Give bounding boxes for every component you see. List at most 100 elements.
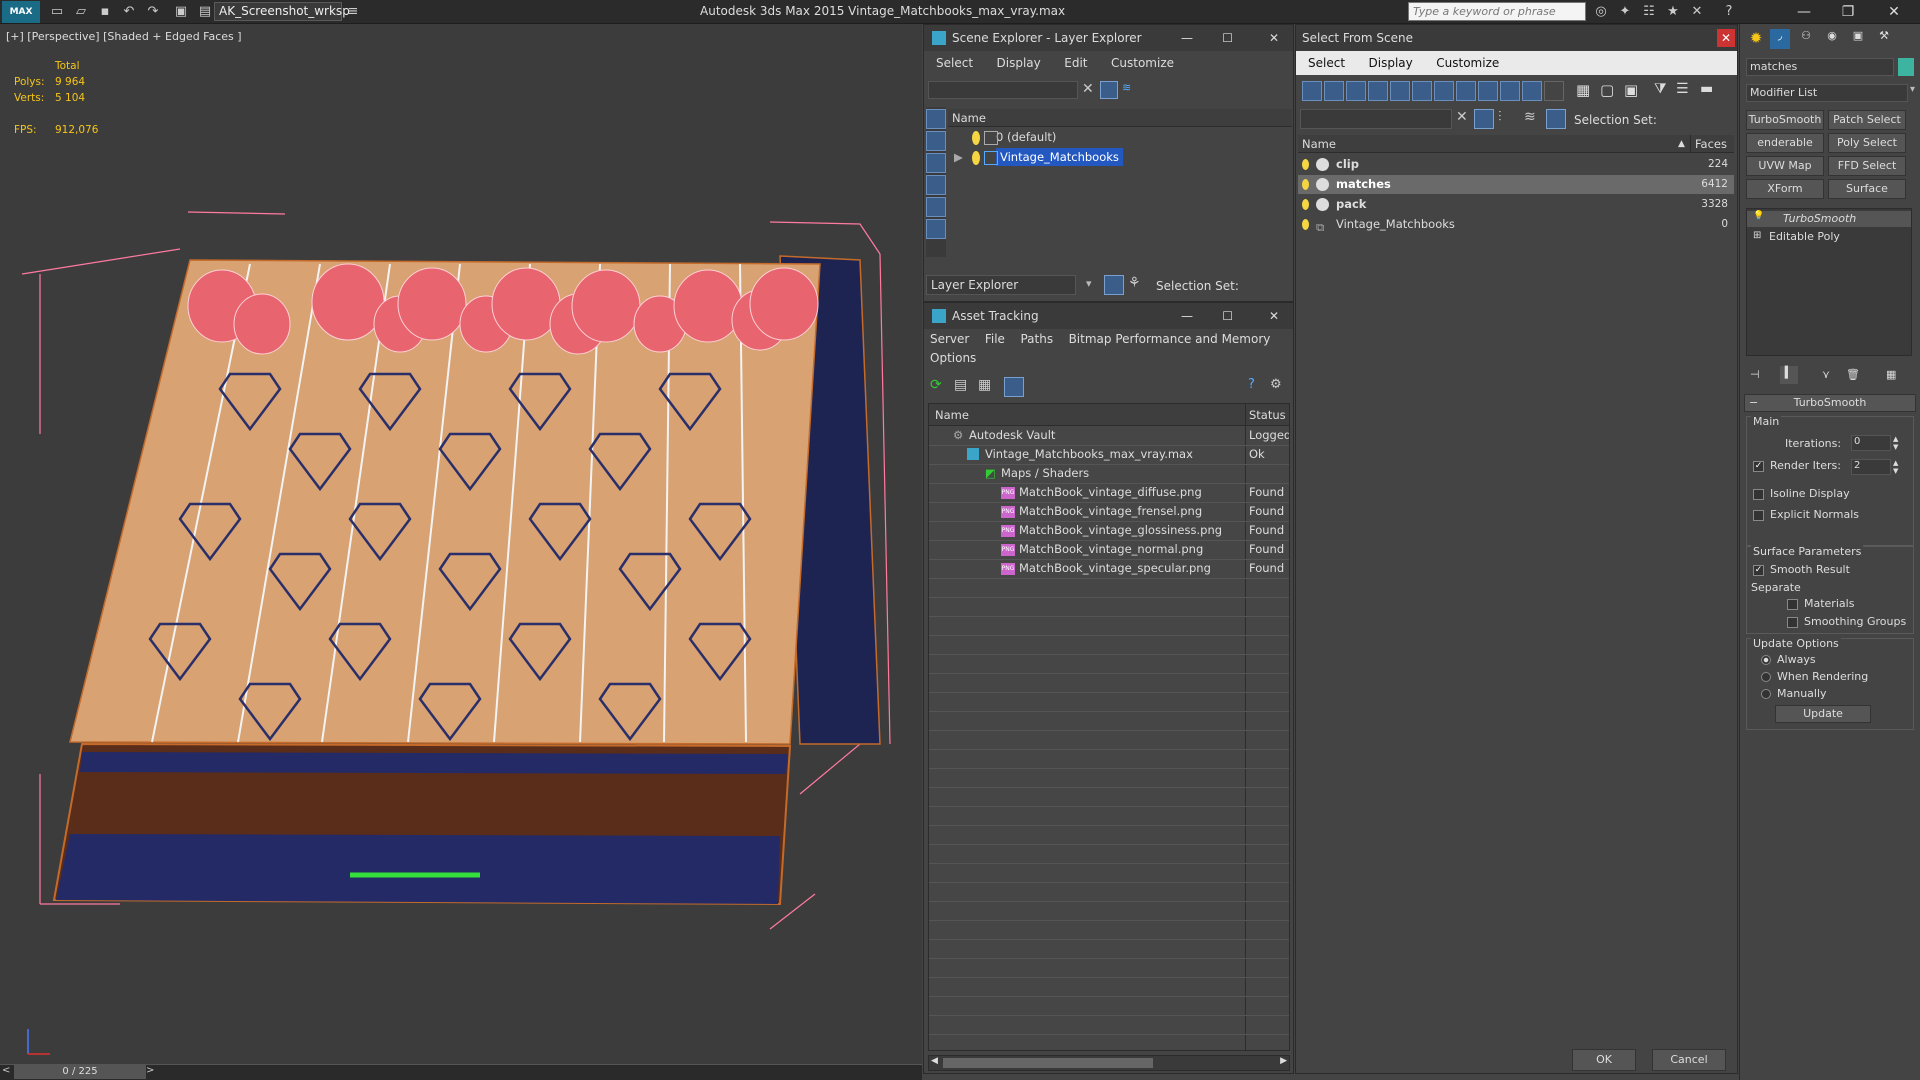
se-display-helpers-icon[interactable]: [926, 197, 946, 217]
se-search-input[interactable]: [928, 81, 1078, 99]
when-rendering-row[interactable]: When Rendering: [1761, 670, 1868, 683]
always-radio[interactable]: [1761, 655, 1771, 665]
layer-explorer-dropdown[interactable]: Layer Explorer: [926, 275, 1076, 295]
sfs-bones-icon[interactable]: [1478, 81, 1498, 101]
asset-row[interactable]: PNG MatchBook_vintage_frensel.png Found: [929, 502, 1289, 521]
workspace-icon[interactable]: ▤: [196, 3, 214, 20]
sfs-row-matches[interactable]: matches 6412: [1298, 175, 1734, 194]
make-unique-icon[interactable]: ⋎: [1822, 368, 1830, 381]
exchange-icon[interactable]: ✕: [1688, 3, 1706, 20]
modifier-button[interactable]: enderable Splin: [1746, 133, 1824, 153]
sfs-lights-icon[interactable]: [1346, 81, 1366, 101]
modifier-button[interactable]: FFD Select: [1828, 156, 1906, 176]
smoothing-groups-row[interactable]: Smoothing Groups: [1787, 615, 1906, 628]
app-logo[interactable]: MAX: [2, 1, 40, 23]
update-button[interactable]: Update: [1775, 705, 1871, 723]
light-bulb-icon[interactable]: [972, 151, 980, 165]
render-iters-row[interactable]: ✓ Render Iters:: [1753, 459, 1841, 472]
light-bulb-icon[interactable]: [1302, 199, 1309, 210]
sfs-col-faces[interactable]: Faces: [1690, 135, 1727, 153]
se-layers-icon[interactable]: ≋: [1122, 81, 1140, 99]
at-menu-server[interactable]: Server: [930, 332, 969, 346]
sfs-select-all-icon[interactable]: ▦: [1576, 81, 1590, 99]
dropdown-arrow-icon[interactable]: ▾: [1086, 277, 1092, 290]
pin-stack-icon[interactable]: ⊣: [1750, 368, 1760, 381]
scrollbar-thumb[interactable]: [943, 1058, 1153, 1068]
expand-arrow-icon[interactable]: ▶: [954, 148, 963, 167]
asset-row[interactable]: ◩ Maps / Shaders: [929, 464, 1289, 483]
se-row-default-layer[interactable]: 0 (default): [948, 128, 1292, 147]
manually-radio[interactable]: [1761, 689, 1771, 699]
se-menu-display[interactable]: Display: [997, 56, 1041, 70]
isoline-row[interactable]: Isoline Display: [1753, 487, 1850, 500]
at-menu-options[interactable]: Options: [930, 351, 976, 365]
sfs-frozen-icon[interactable]: [1522, 81, 1542, 101]
sfs-collapse-icon[interactable]: ▬: [1700, 81, 1713, 97]
se-column-header[interactable]: Name: [948, 109, 1292, 127]
se-display-lights-icon[interactable]: [926, 153, 946, 173]
stack-item-editable-poly[interactable]: ⊞ Editable Poly: [1747, 229, 1911, 245]
manually-row[interactable]: Manually: [1761, 687, 1827, 700]
se-clear-icon[interactable]: ✕: [1082, 81, 1094, 97]
workspace-menu-icon[interactable]: ≡: [344, 3, 362, 20]
communication-icon[interactable]: ☷: [1640, 3, 1658, 20]
refresh-icon[interactable]: ⟳: [930, 377, 948, 395]
sfs-search-input[interactable]: [1300, 109, 1452, 129]
smooth-result-row[interactable]: ✓ Smooth Result: [1753, 563, 1850, 576]
sort-arrow-icon[interactable]: ▲: [1678, 135, 1685, 153]
motion-tab-icon[interactable]: ◉: [1822, 29, 1842, 49]
modifier-button[interactable]: UVW Map: [1746, 156, 1824, 176]
scene-explorer-maximize-icon[interactable]: ☐: [1222, 25, 1233, 51]
se-row-vintage-matchbooks[interactable]: ▶ Vintage_Matchbooks: [948, 148, 1292, 167]
modifier-button[interactable]: Patch Select: [1828, 110, 1906, 130]
sfs-invert-icon[interactable]: ▣: [1624, 81, 1638, 99]
se-filter-icon[interactable]: [1100, 81, 1118, 99]
materials-checkbox[interactable]: [1787, 598, 1798, 610]
scroll-right-icon[interactable]: ▶: [1280, 1056, 1287, 1066]
materials-row[interactable]: Materials: [1787, 597, 1854, 610]
light-bulb-icon[interactable]: [1302, 219, 1309, 230]
at-menu-bitmap[interactable]: Bitmap Performance and Memory: [1069, 332, 1271, 346]
dropdown-arrow-icon[interactable]: ▾: [1910, 84, 1915, 95]
remove-modifier-icon[interactable]: 🗑: [1846, 368, 1860, 381]
sfs-layers-icon[interactable]: ≋: [1524, 109, 1536, 125]
display-tab-icon[interactable]: ▣: [1848, 29, 1868, 49]
favorites-icon[interactable]: ★: [1664, 3, 1682, 20]
modify-tab-icon[interactable]: ◞: [1770, 29, 1790, 49]
asset-horizontal-scrollbar[interactable]: ◀ ▶: [928, 1055, 1290, 1071]
render-iters-spinner[interactable]: 2: [1851, 459, 1891, 475]
sfs-filter-icon[interactable]: ⧩: [1654, 81, 1667, 97]
asset-row[interactable]: PNG MatchBook_vintage_diffuse.png Found: [929, 483, 1289, 502]
sfs-clear-icon[interactable]: ✕: [1456, 109, 1468, 125]
close-icon[interactable]: ✕: [1880, 2, 1908, 22]
se-display-shapes-icon[interactable]: [926, 131, 946, 151]
turbosmooth-rollout-header[interactable]: − TurboSmooth: [1744, 394, 1916, 412]
asset-tracking-minimize-icon[interactable]: —: [1181, 303, 1193, 329]
hierarchy-tab-icon[interactable]: ⚇: [1796, 29, 1816, 49]
perspective-viewport[interactable]: [+] [Perspective] [Shaded + Edged Faces …: [0, 24, 922, 1064]
asset-tracking-close-icon[interactable]: ✕: [1269, 303, 1279, 329]
at-help-icon[interactable]: ?: [1248, 377, 1255, 392]
collapse-icon[interactable]: −: [1749, 395, 1758, 411]
sfs-xrefs-icon[interactable]: [1456, 81, 1476, 101]
sfs-hierarchy-icon[interactable]: ☰: [1676, 81, 1689, 97]
asset-row[interactable]: PNG MatchBook_vintage_specular.png Found: [929, 559, 1289, 578]
matchbook-model[interactable]: [0, 24, 922, 1064]
se-layer-mode-icon[interactable]: [1104, 275, 1124, 295]
sfs-hierarchy-mode-icon[interactable]: [1546, 109, 1566, 129]
binoculars-icon[interactable]: ◎: [1592, 3, 1610, 20]
sfs-groups-icon[interactable]: [1434, 81, 1454, 101]
se-menu-select[interactable]: Select: [936, 56, 973, 70]
redo-icon[interactable]: ↷: [144, 3, 162, 20]
open-file-icon[interactable]: ▱: [72, 3, 90, 20]
sfs-containers-icon[interactable]: [1500, 81, 1520, 101]
se-hierarchy-icon[interactable]: ⚘: [1128, 275, 1141, 291]
modifier-button[interactable]: TurboSmooth: [1746, 110, 1824, 130]
minimize-icon[interactable]: —: [1790, 2, 1818, 22]
sfs-row-pack[interactable]: pack 3328: [1298, 195, 1734, 214]
iterations-spinner[interactable]: 0: [1851, 435, 1891, 451]
asset-row[interactable]: PNG MatchBook_vintage_normal.png Found: [929, 540, 1289, 559]
modifier-button[interactable]: Surface Select: [1828, 179, 1906, 199]
se-display-cameras-icon[interactable]: [926, 175, 946, 195]
restore-icon[interactable]: ❐: [1834, 2, 1862, 22]
